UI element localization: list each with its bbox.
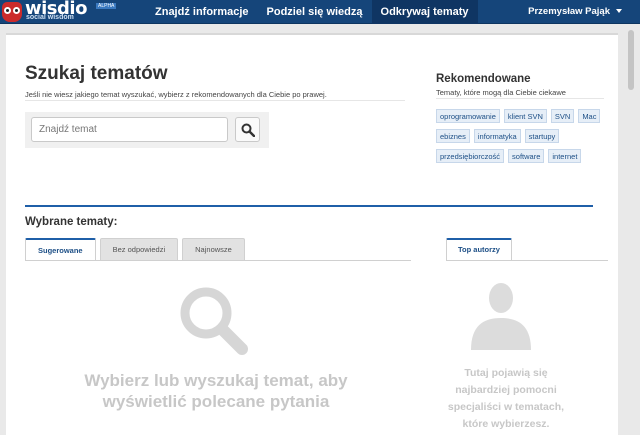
recommended-title: Rekomendowane xyxy=(436,73,531,85)
person-icon xyxy=(471,283,531,350)
nav-discover-topics[interactable]: Odkrywaj tematy xyxy=(371,0,478,24)
tag-internet[interactable]: internet xyxy=(548,149,582,163)
recommended-tags: oprogramowanie klient SVN SVN Mac ebizne… xyxy=(436,109,608,163)
tab-newest[interactable]: Najnowsze xyxy=(182,238,245,260)
scrollbar-thumb[interactable] xyxy=(628,30,634,90)
topic-search-input[interactable] xyxy=(31,117,228,142)
tag-mac[interactable]: Mac xyxy=(578,109,601,123)
tab-top-authors[interactable]: Top autorzy xyxy=(446,238,512,260)
tab-unanswered[interactable]: Bez odpowiedzi xyxy=(99,238,179,260)
logo-tagline: social wisdom xyxy=(26,14,74,21)
section-divider xyxy=(25,205,593,207)
empty-authors-line: najbardziej pomocni xyxy=(455,384,557,396)
empty-authors-line: specjaliści w tematach, xyxy=(447,401,565,413)
tag-software[interactable]: software xyxy=(508,149,545,163)
owl-logo-icon xyxy=(2,2,22,22)
divider xyxy=(25,100,405,101)
search-icon xyxy=(180,287,248,355)
empty-authors-line: które wybierzesz. xyxy=(462,418,550,430)
search-icon xyxy=(241,123,255,137)
empty-questions-line: wyświetlić polecane pytania xyxy=(102,392,330,411)
tag-informatyka[interactable]: informatyka xyxy=(473,129,521,143)
alpha-badge: ALPHA xyxy=(96,3,117,9)
wisdio-logo[interactable]: wisdio social wisdom ALPHA xyxy=(2,0,117,24)
tabs-baseline xyxy=(446,260,608,261)
tag-startupy[interactable]: startupy xyxy=(524,129,560,143)
top-navigation-bar: wisdio social wisdom ALPHA Znajdź inform… xyxy=(0,0,640,24)
chevron-down-icon[interactable] xyxy=(616,9,622,13)
empty-authors-line: Tutaj pojawią się xyxy=(464,367,548,379)
main-content-card: Szukaj tematów Jeśli nie wiesz jakiego t… xyxy=(6,33,618,435)
tag-przedsiebiorczosc[interactable]: przedsiębiorczość xyxy=(436,149,505,163)
page-title: Szukaj tematów xyxy=(25,63,168,84)
tag-svn[interactable]: SVN xyxy=(550,109,575,123)
user-menu[interactable]: Przemysław Pająk xyxy=(528,0,610,24)
page-subtitle: Jeśli nie wiesz jakiego temat wyszukać, … xyxy=(25,90,327,99)
tabs-baseline xyxy=(25,260,411,261)
tab-suggested[interactable]: Sugerowane xyxy=(25,238,96,260)
empty-questions-line: Wybierz lub wyszukaj temat, aby xyxy=(84,371,348,390)
empty-questions-message: Wybierz lub wyszukaj temat, aby wyświetl… xyxy=(46,370,386,412)
tag-klient-svn[interactable]: klient SVN xyxy=(503,109,547,123)
topic-search-box xyxy=(25,112,269,148)
nav-find-information[interactable]: Znajdź informacje xyxy=(146,0,258,24)
chosen-topics-title: Wybrane tematy: xyxy=(25,216,118,228)
questions-tabs: Sugerowane Bez odpowiedzi Najnowsze xyxy=(25,238,249,261)
recommended-subtitle: Tematy, które mogą dla Ciebie ciekawe xyxy=(436,88,566,97)
tag-ebiznes[interactable]: ebiznes xyxy=(436,129,470,143)
empty-authors-message: Tutaj pojawią się najbardziej pomocni sp… xyxy=(431,365,581,433)
search-button[interactable] xyxy=(235,117,260,142)
tag-oprogramowanie[interactable]: oprogramowanie xyxy=(436,109,500,123)
divider xyxy=(436,98,604,99)
main-navigation: Znajdź informacje Podziel się wiedzą Odk… xyxy=(146,0,478,24)
nav-share-knowledge[interactable]: Podziel się wiedzą xyxy=(258,0,372,24)
